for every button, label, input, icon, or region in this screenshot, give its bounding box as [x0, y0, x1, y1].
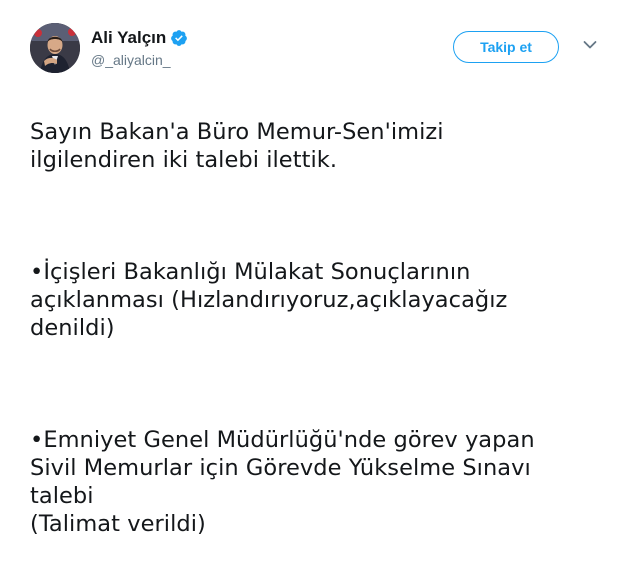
author-handle[interactable]: @_aliyalcin_ — [91, 51, 188, 69]
avatar[interactable] — [30, 23, 80, 73]
verified-badge-icon — [171, 29, 188, 46]
tweet-paragraph: •Emniyet Genel Müdürlüğü'nde görev yapan… — [30, 427, 535, 537]
chevron-down-icon[interactable] — [583, 40, 597, 50]
tweet-card: Ali Yalçın @_aliyalcin_ Takip et Sayın B… — [0, 0, 628, 537]
profile-photo-icon — [30, 23, 80, 73]
tweet-paragraph: •İçişleri Bakanlığı Mülakat Sonuçlarının… — [30, 259, 508, 341]
tweet-text: Sayın Bakan'a Büro Memur-Sen'imizi ilgil… — [30, 90, 615, 566]
author-display-name[interactable]: Ali Yalçın — [91, 28, 166, 48]
follow-button[interactable]: Takip et — [453, 31, 559, 63]
tweet-header: Ali Yalçın @_aliyalcin_ Takip et — [30, 23, 610, 73]
author-info[interactable]: Ali Yalçın @_aliyalcin_ — [91, 27, 188, 69]
tweet-paragraph: Sayın Bakan'a Büro Memur-Sen'imizi ilgil… — [30, 119, 444, 173]
